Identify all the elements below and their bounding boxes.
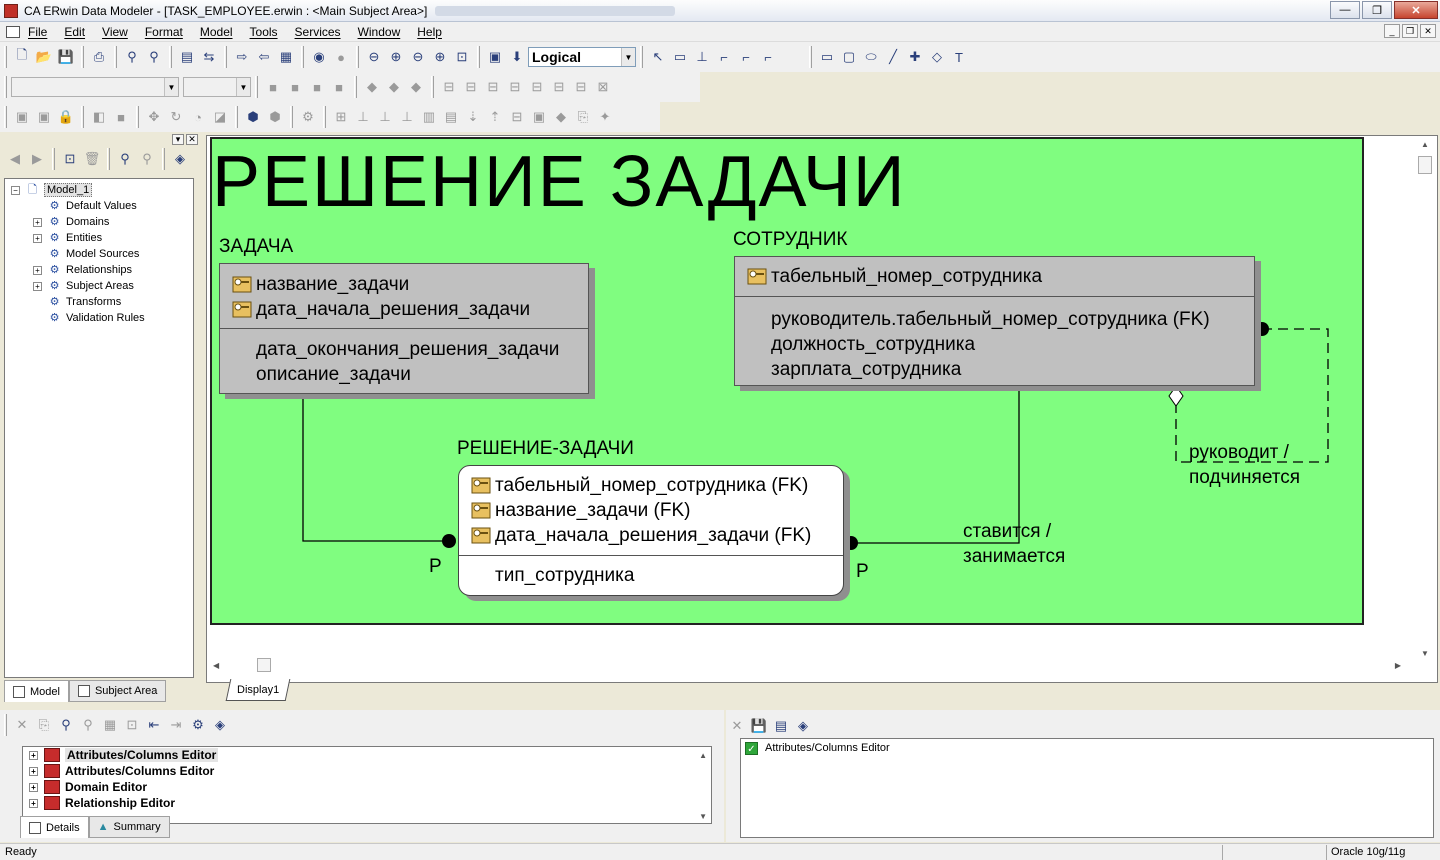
entity-task[interactable]: название_задачи дата_начала_решения_зада…	[219, 263, 589, 394]
entity-attribute[interactable]: руководитель.табельный_номер_сотрудника …	[771, 307, 1254, 332]
expand-icon[interactable]: +	[29, 782, 38, 792]
employee-relationship-label-1[interactable]: ставится /	[963, 519, 1051, 544]
pane-close-icon[interactable]: ✕	[727, 716, 747, 736]
entity-attribute[interactable]: зарплата_сотрудника	[771, 357, 1254, 382]
task-relationship-line	[302, 398, 449, 542]
list-item[interactable]: ✓ Attributes/Columns Editor	[741, 739, 1433, 757]
editors-pane: ✕ ⎘ ⚲ ⚲ ▦ ⊡ ⇤ ⇥ ⚙ ◈ + Attributes/Columns …	[0, 710, 724, 842]
book-icon	[44, 780, 60, 794]
expand-icon[interactable]: +	[29, 798, 38, 808]
entity-key-area: табельный_номер_сотрудника	[735, 257, 1254, 297]
list-item[interactable]: + Attributes/Columns Editor	[23, 747, 711, 763]
employee-relationship-label-2[interactable]: занимается	[963, 544, 1065, 569]
entity-attribute[interactable]: табельный_номер_сотрудника	[747, 264, 1254, 289]
recursive-relationship-dot	[1255, 322, 1269, 336]
tab-summary[interactable]: ▲ Summary	[88, 816, 170, 838]
list-item[interactable]: + Attributes/Columns Editor	[23, 763, 711, 779]
entity-attribute[interactable]: дата_начала_решения_задачи (FK)	[471, 523, 843, 548]
entity-name-solution: РЕШЕНИЕ-ЗАДАЧИ	[457, 438, 634, 459]
expand-icon[interactable]: +	[29, 766, 38, 776]
pane-find-icon[interactable]: ⚲	[56, 715, 76, 735]
entity-attribute[interactable]: название_задачи (FK)	[471, 498, 843, 523]
pane-options-icon[interactable]: ◈	[793, 716, 813, 736]
status-text: Ready	[5, 846, 37, 858]
database-target: Oracle 10g/11g	[1331, 846, 1406, 858]
entity-attribute[interactable]: тип_сотрудника	[495, 563, 843, 588]
foreign-key-icon	[471, 502, 491, 519]
entity-attribute-area: руководитель.табельный_номер_сотрудника …	[735, 297, 1254, 382]
pane-save-icon[interactable]: 💾	[749, 716, 769, 736]
scroll-up-icon[interactable]: ▲	[699, 751, 707, 760]
check-icon: ✓	[745, 741, 758, 755]
editors-toolbar: ✕ ⎘ ⚲ ⚲ ▦ ⊡ ⇤ ⇥ ⚙ ◈	[0, 710, 300, 740]
primary-key-icon	[232, 276, 252, 293]
primary-key-icon	[232, 301, 252, 318]
expand-icon[interactable]: +	[29, 750, 38, 760]
diagram-title: РЕШЕНИЕ ЗАДАЧИ	[212, 142, 907, 222]
recursive-relationship-label-2[interactable]: подчиняется	[1189, 465, 1300, 490]
entity-attribute[interactable]: дата_окончания_решения_задачи	[256, 337, 588, 362]
recursive-relationship-diamond	[1168, 385, 1184, 407]
entity-attribute[interactable]: должность_сотрудника	[771, 332, 1254, 357]
employee-relationship-dot	[844, 536, 858, 550]
entity-key-area: табельный_номер_сотрудника (FK) название…	[459, 466, 843, 556]
details-tab-icon	[29, 821, 41, 834]
action-log-toolbar: ✕ 💾 ▤ ◈	[726, 712, 926, 740]
pane-options-icon[interactable]: ◈	[210, 715, 230, 735]
cardinality-label-employee: P	[856, 561, 869, 582]
entity-attribute-area: тип_сотрудника	[459, 556, 843, 588]
book-icon	[44, 796, 60, 810]
pane-props-icon[interactable]: ⊡	[122, 715, 142, 735]
recursive-relationship-label-1[interactable]: руководит /	[1189, 440, 1289, 465]
book-icon	[44, 748, 60, 762]
pane-filter-icon[interactable]: ⚲	[78, 715, 98, 735]
pane-settings-icon[interactable]: ⚙	[188, 715, 208, 735]
list-item[interactable]: + Relationship Editor	[23, 795, 711, 811]
entity-name-employee: СОТРУДНИК	[733, 229, 848, 250]
pane-grid-icon[interactable]: ▦	[100, 715, 120, 735]
foreign-key-icon	[471, 477, 491, 494]
pane-close-icon[interactable]: ✕	[12, 715, 32, 735]
primary-key-icon	[747, 268, 767, 285]
entity-name-task: ЗАДАЧА	[219, 236, 294, 257]
pane-open-icon[interactable]: ⎘	[34, 715, 54, 735]
pane-import-icon[interactable]: ⇤	[144, 715, 164, 735]
tab-details[interactable]: Details	[20, 816, 89, 838]
entity-attribute[interactable]: описание_задачи	[256, 362, 588, 387]
entity-attribute[interactable]: дата_начала_решения_задачи	[232, 297, 588, 322]
cardinality-label-task: P	[429, 556, 442, 577]
action-log-pane: ✕ 💾 ▤ ◈ ✓ Attributes/Columns Editor	[726, 710, 1440, 842]
book-icon	[44, 764, 60, 778]
entity-attribute[interactable]: табельный_номер_сотрудника (FK)	[471, 473, 843, 498]
entity-key-area: название_задачи дата_начала_решения_зада…	[220, 264, 588, 329]
status-bar: Ready Oracle 10g/11g	[0, 843, 1440, 860]
list-item[interactable]: + Domain Editor	[23, 779, 711, 795]
summary-tab-icon: ▲	[97, 821, 109, 833]
pane-folder-icon[interactable]: ▤	[771, 716, 791, 736]
entity-attribute-area: дата_окончания_решения_задачи описание_з…	[220, 329, 588, 387]
entity-solution[interactable]: табельный_номер_сотрудника (FK) название…	[458, 465, 844, 596]
foreign-key-icon	[471, 527, 491, 544]
action-log-list[interactable]: ✓ Attributes/Columns Editor	[740, 738, 1434, 838]
scroll-down-icon[interactable]: ▼	[699, 812, 707, 821]
editors-list[interactable]: + Attributes/Columns Editor + Attributes/C…	[22, 746, 712, 824]
entity-attribute[interactable]: название_задачи	[232, 272, 588, 297]
pane-export-icon[interactable]: ⇥	[166, 715, 186, 735]
task-relationship-dot	[442, 534, 456, 548]
entity-employee[interactable]: табельный_номер_сотрудника руководитель.…	[734, 256, 1255, 386]
